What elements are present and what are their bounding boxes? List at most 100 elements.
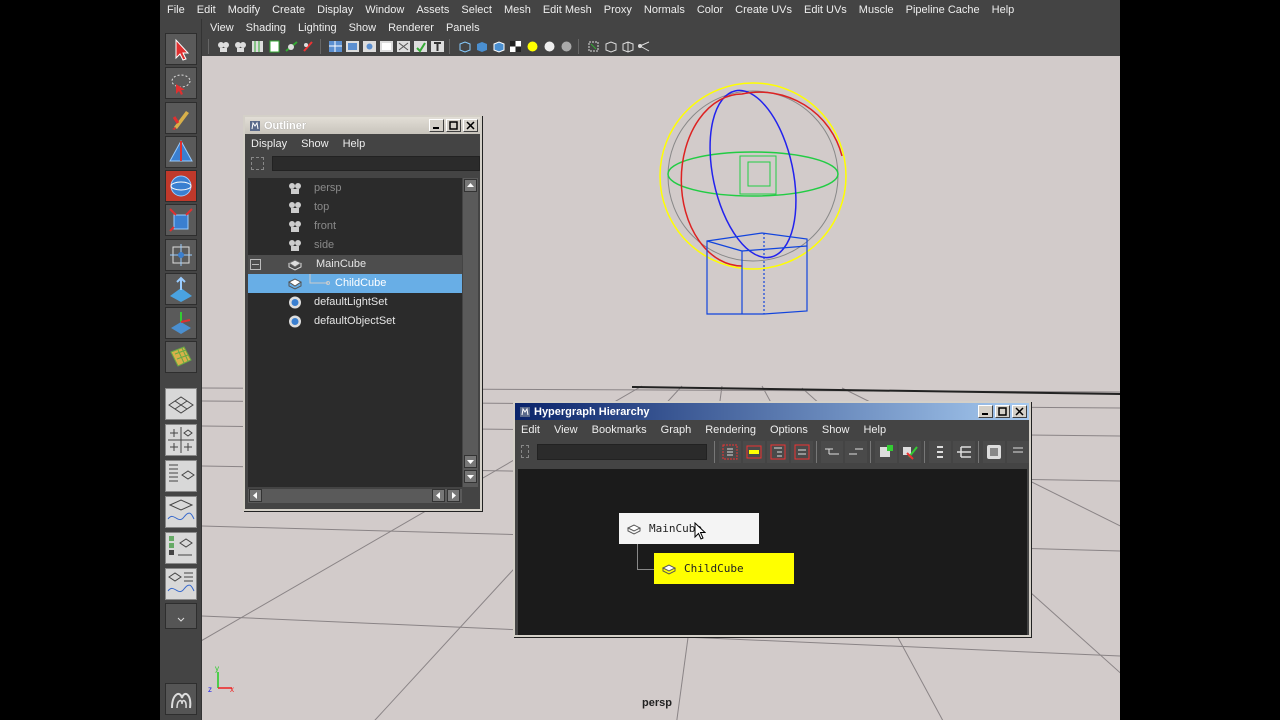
maximize-button[interactable]: [995, 405, 1010, 418]
menu-create[interactable]: Create: [272, 4, 305, 16]
shadows-button[interactable]: [542, 39, 557, 54]
scroll-left-button[interactable]: [249, 489, 262, 502]
more-tools-button[interactable]: [1007, 440, 1029, 463]
move-tool-button[interactable]: [165, 136, 197, 168]
layout-hypershade-button[interactable]: [165, 532, 197, 564]
xray-button[interactable]: [603, 39, 618, 54]
image-plane-button[interactable]: [267, 39, 282, 54]
field-chart-button[interactable]: [396, 39, 411, 54]
list-item[interactable]: persp: [248, 179, 462, 198]
use-all-lights-button[interactable]: [525, 39, 540, 54]
universal-manip-button[interactable]: [165, 239, 197, 271]
outliner-vertical-scrollbar[interactable]: [463, 178, 478, 487]
hypergraph-canvas[interactable]: MainCube ChildCube: [518, 469, 1027, 635]
menu-muscle[interactable]: Muscle: [859, 4, 894, 16]
gate-mask-button[interactable]: [379, 39, 394, 54]
smooth-shade-button[interactable]: [474, 39, 489, 54]
safe-title-button[interactable]: [430, 39, 445, 54]
menu-select[interactable]: Select: [461, 4, 492, 16]
frame-selection-button[interactable]: [742, 440, 765, 463]
safe-action-button[interactable]: [413, 39, 428, 54]
layout-persp-graph-button[interactable]: [165, 496, 197, 528]
hypergraph-menu-help[interactable]: Help: [863, 424, 886, 436]
close-button[interactable]: [463, 119, 478, 132]
menu-assets[interactable]: Assets: [416, 4, 449, 16]
scroll-left-button-2[interactable]: [432, 489, 445, 502]
isolate-select-button[interactable]: [586, 39, 601, 54]
close-button[interactable]: [1012, 405, 1027, 418]
layout-outliner-persp-button[interactable]: [165, 460, 197, 492]
input-output-button[interactable]: [898, 440, 921, 463]
layout-four-pane-button[interactable]: [165, 424, 197, 456]
last-tool-button[interactable]: [165, 341, 197, 373]
camera-attributes-button[interactable]: [233, 39, 248, 54]
hypergraph-menu-options[interactable]: Options: [770, 424, 808, 436]
menu-display[interactable]: Display: [317, 4, 353, 16]
outliner-horizontal-scrollbar[interactable]: [248, 489, 462, 503]
hypergraph-menu-bookmarks[interactable]: Bookmarks: [592, 424, 647, 436]
menu-window[interactable]: Window: [365, 4, 404, 16]
filter-select-icon[interactable]: [521, 445, 529, 458]
list-item[interactable]: front: [248, 217, 462, 236]
xray-components-button[interactable]: [637, 39, 652, 54]
hypergraph-menu-edit[interactable]: Edit: [521, 424, 540, 436]
menu-mesh[interactable]: Mesh: [504, 4, 531, 16]
rotate-tool-button[interactable]: [165, 170, 197, 202]
wireframe-on-shaded-button[interactable]: [491, 39, 506, 54]
layout-persp-outliner-button[interactable]: [165, 568, 197, 600]
bookmarks-button[interactable]: [250, 39, 265, 54]
collapse-button[interactable]: [820, 440, 843, 463]
hypergraph-menu-show[interactable]: Show: [822, 424, 850, 436]
menu-modify[interactable]: Modify: [228, 4, 260, 16]
paint-select-button[interactable]: [165, 102, 197, 134]
maximize-button[interactable]: [446, 119, 461, 132]
menu-edit[interactable]: Edit: [197, 4, 216, 16]
menu-color[interactable]: Color: [697, 4, 723, 16]
collapse-icon[interactable]: [250, 259, 261, 270]
list-item[interactable]: top: [248, 198, 462, 217]
outliner-menu-help[interactable]: Help: [343, 138, 366, 150]
grid-toggle-button[interactable]: [328, 39, 343, 54]
filter-select-icon[interactable]: [251, 156, 264, 170]
show-manip-button[interactable]: [165, 307, 197, 339]
hypergraph-menu-rendering[interactable]: Rendering: [705, 424, 756, 436]
list-item-childcube[interactable]: ChildCube: [248, 274, 462, 293]
frame-hierarchy-button[interactable]: [766, 440, 789, 463]
select-camera-button[interactable]: [216, 39, 231, 54]
scale-tool-button[interactable]: [165, 204, 197, 236]
hypergraph-menu-view[interactable]: View: [554, 424, 578, 436]
panel-menu-panels[interactable]: Panels: [446, 22, 480, 34]
maya-logo-button[interactable]: [165, 683, 197, 715]
scroll-down-button-2[interactable]: [464, 470, 477, 483]
resolution-gate-button[interactable]: [362, 39, 377, 54]
list-view-button[interactable]: [928, 440, 951, 463]
swatch-button[interactable]: [983, 440, 1005, 463]
scroll-up-button[interactable]: [464, 179, 477, 192]
node-childcube[interactable]: ChildCube: [654, 553, 794, 584]
list-item[interactable]: defaultObjectSet: [248, 312, 462, 331]
expand-button[interactable]: [844, 440, 867, 463]
grease-pencil-button[interactable]: [301, 39, 316, 54]
menu-help[interactable]: Help: [992, 4, 1015, 16]
list-item[interactable]: defaultLightSet: [248, 293, 462, 312]
hypergraph-menu-graph[interactable]: Graph: [661, 424, 692, 436]
list-item-maincube[interactable]: MainCube: [248, 255, 462, 274]
two-d-pan-button[interactable]: [284, 39, 299, 54]
minimize-button[interactable]: [978, 405, 993, 418]
outliner-filter-input[interactable]: [272, 155, 480, 171]
outliner-menu-show[interactable]: Show: [301, 138, 329, 150]
layout-single-pane-button[interactable]: [165, 388, 197, 420]
minimize-button[interactable]: [429, 119, 444, 132]
menu-edit-uvs[interactable]: Edit UVs: [804, 4, 847, 16]
tree-view-button[interactable]: [952, 440, 975, 463]
textured-button[interactable]: [508, 39, 523, 54]
high-quality-button[interactable]: [559, 39, 574, 54]
menu-file[interactable]: File: [167, 4, 185, 16]
lasso-tool-button[interactable]: [165, 67, 197, 99]
scene-hierarchy-button[interactable]: [874, 440, 897, 463]
outliner-titlebar[interactable]: Outliner: [245, 117, 480, 134]
scroll-right-button[interactable]: [447, 489, 460, 502]
menu-normals[interactable]: Normals: [644, 4, 685, 16]
menu-create-uvs[interactable]: Create UVs: [735, 4, 792, 16]
soft-mod-button[interactable]: [165, 273, 197, 305]
